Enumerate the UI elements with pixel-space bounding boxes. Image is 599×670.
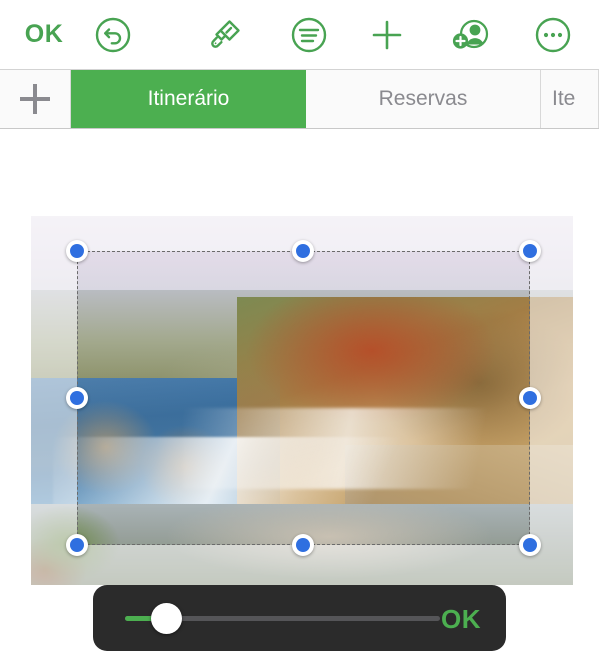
bottom-left-handle[interactable] [66,534,88,556]
middle-right-handle[interactable] [519,387,541,409]
add-person-icon [450,15,492,55]
more-button[interactable] [524,0,582,69]
bottom-center-handle[interactable] [292,534,314,556]
bottom-right-handle[interactable] [519,534,541,556]
crop-done-button[interactable]: OK [441,604,481,635]
zoom-slider-thumb[interactable] [151,603,182,634]
text-lines-circle-icon [290,16,328,54]
crop-control-bar: OK [93,585,506,651]
sheet-tab-label: Ite [552,87,576,110]
sheet-tab-reservas[interactable]: Reservas [306,70,541,128]
sheet-tab-partial[interactable]: Ite [541,70,599,128]
sheet-tab-bar: Itinerário Reservas Ite [0,70,599,129]
image-content [31,216,573,585]
insert-button[interactable] [358,0,416,69]
top-left-handle[interactable] [66,240,88,262]
sheet-tab-itinerario[interactable]: Itinerário [71,70,306,128]
sheet-tab-label: Itinerário [147,87,230,110]
paintbrush-icon [205,15,245,55]
undo-button[interactable] [84,0,142,69]
ellipsis-circle-icon [534,16,572,54]
collaborate-button[interactable] [442,0,500,69]
top-right-handle[interactable] [519,240,541,262]
middle-left-handle[interactable] [66,387,88,409]
done-button[interactable]: OK [12,0,76,69]
paragraph-button[interactable] [280,0,338,69]
image-layer-foliage [31,481,151,585]
add-sheet-tab-button[interactable] [0,70,71,128]
app-root: OK Itinerário Reservas Ite OK [0,0,599,670]
format-brush-button[interactable] [196,0,254,69]
done-button-label: OK [24,20,64,48]
top-center-handle[interactable] [292,240,314,262]
top-toolbar: OK [0,0,599,70]
plus-icon [20,84,50,114]
selected-image[interactable] [31,216,573,585]
document-canvas[interactable]: OK [0,130,599,670]
crop-done-label: OK [441,604,481,634]
plus-icon [367,15,407,55]
sheet-tab-label: Reservas [378,87,468,110]
undo-circle-icon [94,16,132,54]
